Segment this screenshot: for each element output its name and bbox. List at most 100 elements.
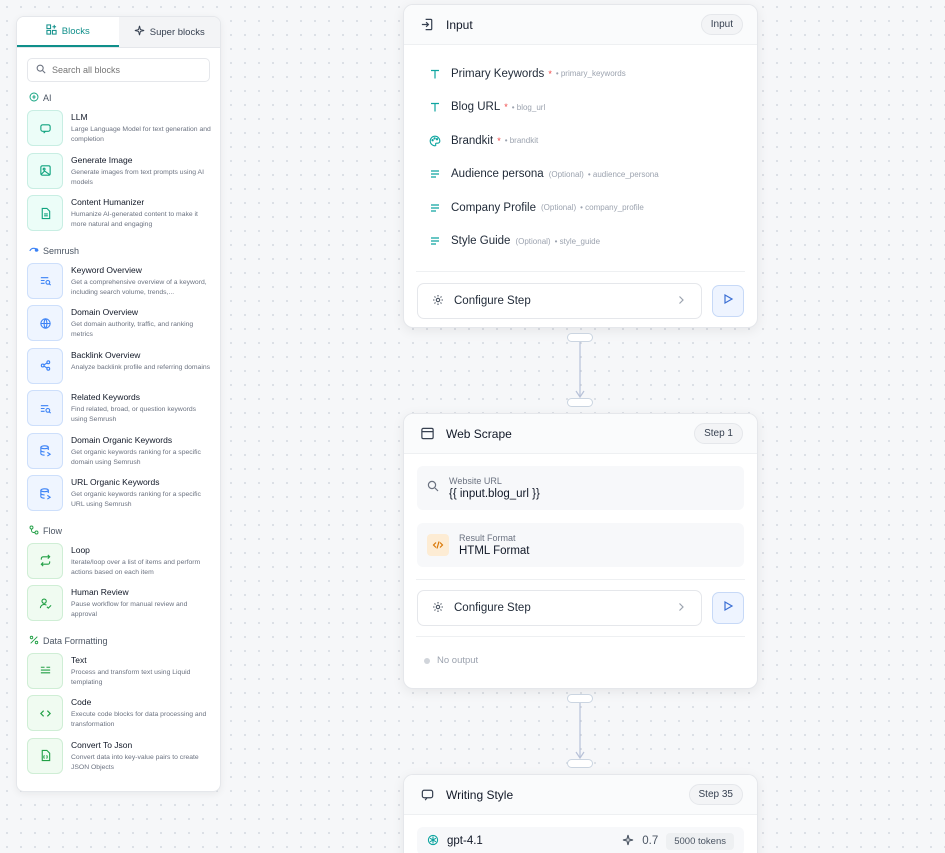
input-handle[interactable]: [567, 398, 593, 407]
block-item-human-review[interactable]: Human Review Pause workflow for manual re…: [17, 582, 220, 625]
section-semrush-label: Semrush: [43, 245, 80, 256]
section-flow: Flow: [29, 525, 208, 537]
chat-bot-icon: [418, 786, 436, 804]
field-key: • brandkit: [504, 136, 539, 146]
input-field-brandkit[interactable]: Brandkit * • brandkit: [404, 124, 757, 158]
text-align-icon: [429, 202, 441, 214]
database-search-icon: [27, 432, 63, 469]
run-step-button[interactable]: [712, 285, 744, 317]
block-item-generate-image[interactable]: Generate Image Generate images from text …: [17, 150, 220, 193]
website-url-label: Website URL: [449, 476, 502, 486]
block-name: Content Humanizer: [71, 197, 145, 207]
block-desc: Convert data into key-value pairs to cre…: [71, 753, 199, 771]
result-format-value: HTML Format: [459, 545, 530, 557]
search-icon: [427, 479, 439, 497]
output-status: No output: [404, 637, 757, 684]
block-item-url-organic-keywords[interactable]: URL Organic Keywords Get organic keywords…: [17, 472, 220, 515]
block-desc: Process and transform text using Liquid …: [71, 668, 191, 686]
search-input[interactable]: [52, 65, 201, 75]
block-desc: Analyze backlink profile and referring d…: [71, 363, 211, 371]
status-dot: [424, 657, 430, 664]
ai-icon: [29, 92, 39, 104]
field-label: Blog URL: [451, 101, 501, 114]
block-name: Domain Organic Keywords: [71, 434, 173, 445]
text-align-icon: [429, 168, 441, 180]
chevron-right-icon: [675, 294, 687, 309]
code-icon: [27, 695, 63, 731]
field-key: • style_guide: [554, 236, 601, 246]
divider: [416, 271, 745, 272]
block-name: URL Organic Keywords: [71, 477, 160, 487]
block-item-related-keywords[interactable]: Related Keywords Find related, broad, or …: [17, 387, 220, 430]
blocks-icon: [46, 24, 57, 38]
field-label: Primary Keywords: [451, 67, 545, 80]
optional-marker: (Optional): [548, 169, 584, 179]
text-type-icon: [429, 68, 441, 80]
input-field-blog-url[interactable]: Blog URL * • blog_url: [404, 91, 757, 125]
output-handle[interactable]: [567, 333, 593, 342]
block-name: Domain Overview: [71, 307, 139, 317]
tab-blocks[interactable]: Blocks: [17, 17, 119, 47]
input-field-style-guide[interactable]: Style Guide (Optional) • style_guide: [404, 225, 757, 259]
block-item-text[interactable]: Text Process and transform text using Liq…: [17, 650, 220, 693]
palette-icon: [429, 135, 441, 147]
globe-icon: [27, 305, 63, 341]
block-item-domain-overview[interactable]: Domain Overview Get domain authority, tra…: [17, 302, 220, 345]
field-key: • primary_keywords: [555, 69, 626, 79]
node-title: Input: [446, 17, 473, 32]
node-title: Writing Style: [446, 787, 514, 802]
input-fields: Primary Keywords * • primary_keywords Bl…: [404, 45, 757, 271]
block-name: Related Keywords: [71, 392, 140, 402]
block-item-content-humanizer[interactable]: Content Humanizer Humanize AI-generated c…: [17, 192, 220, 235]
input-field-primary-keywords[interactable]: Primary Keywords * • primary_keywords: [404, 57, 757, 91]
writing-style-node[interactable]: Writing Style Step 35 gpt-4.1 0.7 5000 t…: [403, 774, 758, 853]
temperature-value: 0.7: [642, 835, 659, 847]
web-scrape-node[interactable]: Web Scrape Step 1 Website URL {{ input.b…: [403, 413, 758, 689]
output-handle[interactable]: [567, 694, 593, 703]
input-handle[interactable]: [567, 759, 593, 768]
block-name: Code: [71, 697, 92, 707]
input-field-audience-persona[interactable]: Audience persona (Optional) • audience_p…: [404, 158, 757, 192]
configure-step-button[interactable]: Configure Step: [417, 590, 702, 626]
flow-icon: [29, 525, 39, 537]
block-name: Backlink Overview: [71, 349, 141, 360]
run-step-button[interactable]: [712, 592, 744, 624]
block-name: Generate Image: [71, 154, 133, 165]
block-item-llm[interactable]: LLM Large Language Model for text generat…: [17, 107, 220, 150]
divider: [416, 579, 745, 580]
share-icon: [27, 347, 63, 384]
input-node[interactable]: Input Input Primary Keywords * • primary…: [403, 4, 758, 328]
connector-arrow: [575, 342, 585, 399]
user-check-icon: [27, 585, 63, 621]
block-item-domain-organic-keywords[interactable]: Domain Organic Keywords Get organic keywo…: [17, 430, 220, 473]
block-desc: Get organic keywords ranking for a speci…: [71, 491, 201, 508]
no-output-label: No output: [437, 655, 479, 666]
configure-row: Configure Step: [404, 590, 757, 626]
tab-super-blocks[interactable]: Super blocks: [118, 17, 220, 47]
configure-step-button[interactable]: Configure Step: [417, 283, 702, 319]
result-format-field[interactable]: Result Format HTML Format: [417, 523, 744, 567]
block-item-loop[interactable]: Loop Iterate/loop over a list of items an…: [17, 540, 220, 583]
block-item-code[interactable]: Code Execute code blocks for data process…: [17, 692, 220, 735]
model-settings[interactable]: gpt-4.1 0.7 5000 tokens: [417, 827, 744, 853]
node-badge: Step 35: [688, 784, 743, 805]
field-label: Company Profile: [451, 201, 537, 214]
section-ai-label: AI: [43, 93, 52, 103]
loop-icon: [27, 542, 63, 579]
semrush-logo-icon: [29, 245, 39, 257]
play-icon: [722, 599, 734, 617]
blocks-panel: Blocks Super blocks AI LLM Large Language…: [16, 16, 221, 792]
block-name: Human Review: [71, 587, 129, 597]
gear-icon: [432, 601, 444, 616]
block-desc: Find related, broad, or question keyword…: [71, 406, 197, 423]
input-field-company-profile[interactable]: Company Profile (Optional) • company_pro…: [404, 191, 757, 225]
sign-in-icon: [418, 16, 436, 34]
block-desc: Get a comprehensive overview of a keywor…: [71, 278, 207, 296]
block-item-keyword-overview[interactable]: Keyword Overview Get a comprehensive over…: [17, 260, 220, 303]
token-limit-badge: 5000 tokens: [666, 832, 734, 850]
section-data-formatting: Data Formatting: [29, 635, 208, 647]
website-url-field[interactable]: Website URL {{ input.blog_url }}: [417, 466, 744, 510]
block-item-backlink-overview[interactable]: Backlink Overview Analyze backlink profil…: [17, 345, 220, 388]
document-icon: [27, 195, 63, 231]
block-item-convert-to-json[interactable]: Convert To Json Convert data into key-val…: [17, 735, 220, 778]
